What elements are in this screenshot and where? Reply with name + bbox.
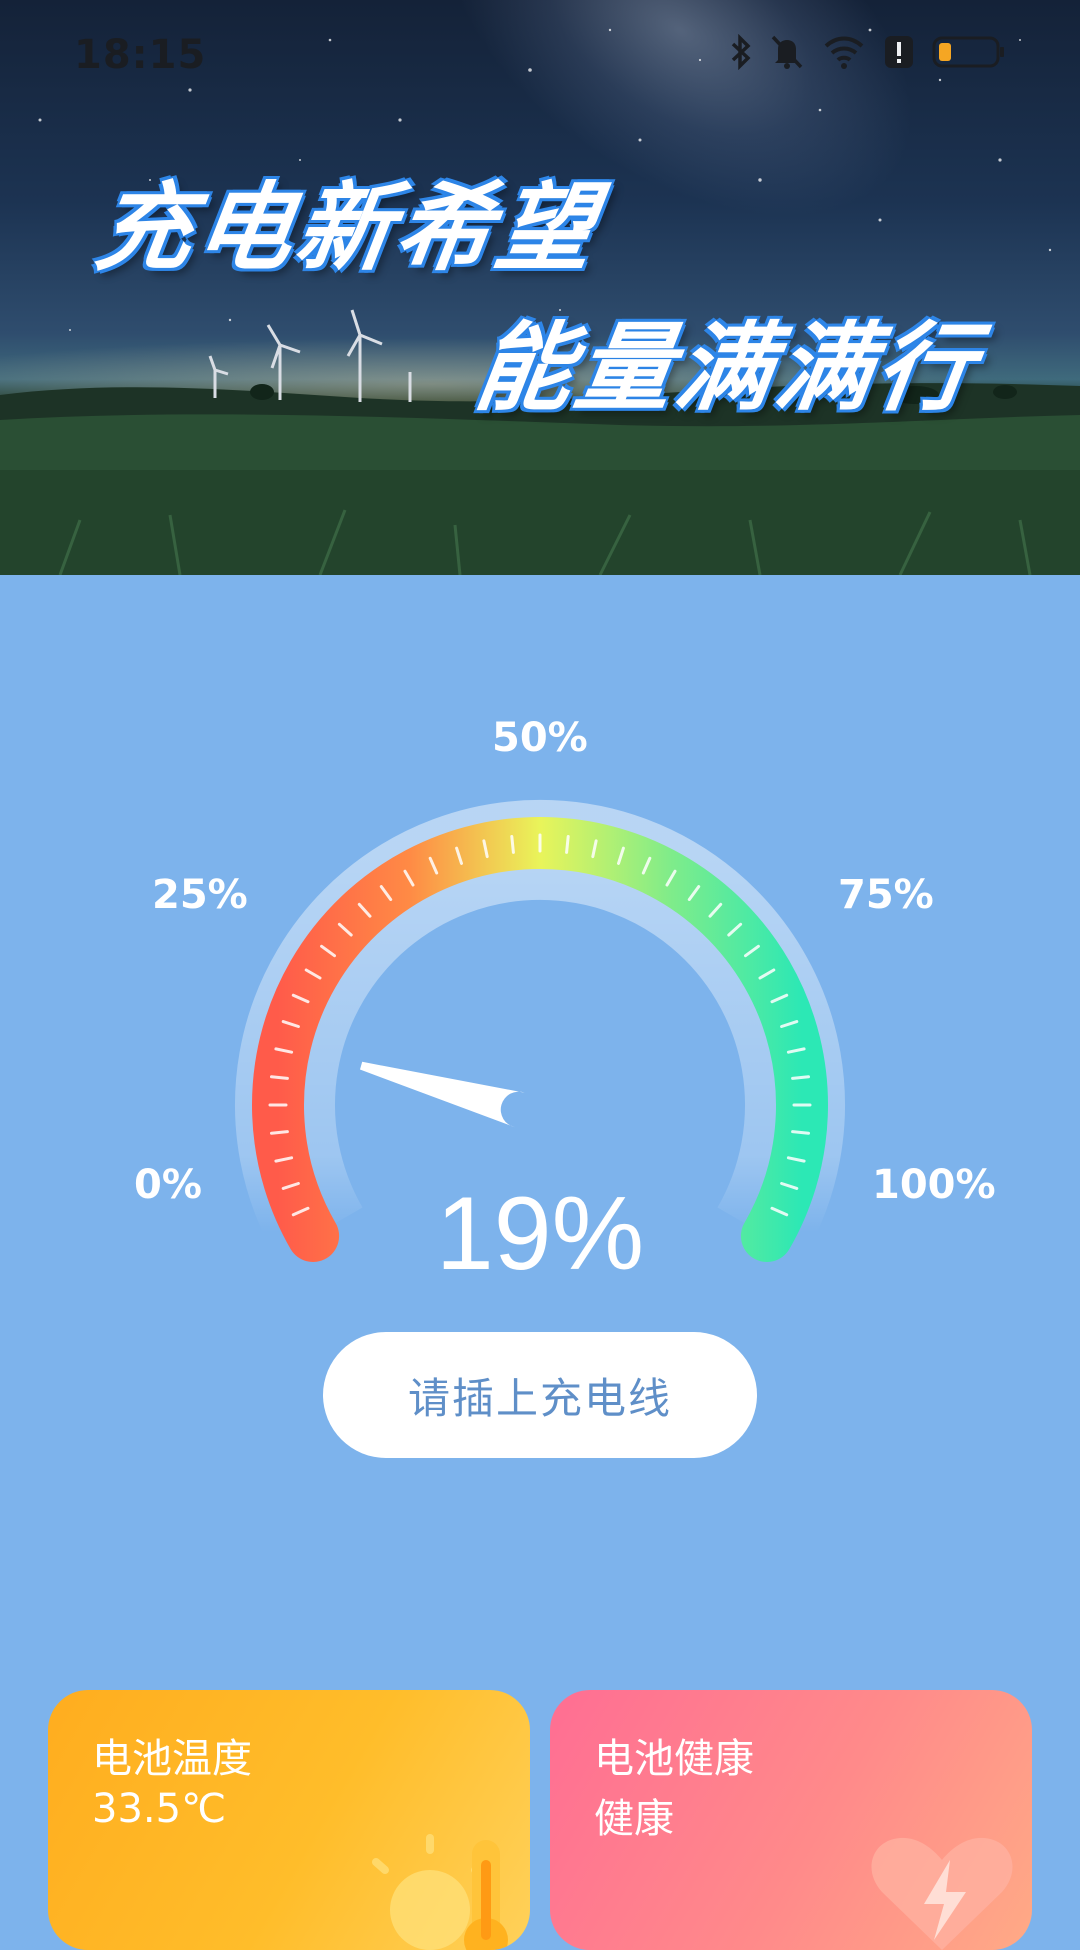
health-value: 健康 bbox=[594, 1796, 674, 1842]
gauge-label-25: 25% bbox=[152, 872, 248, 918]
thermometer-sun-icon bbox=[372, 1834, 508, 1950]
alert-icon bbox=[885, 36, 913, 68]
gauge-label-75: 75% bbox=[838, 872, 934, 918]
mute-icon bbox=[771, 35, 803, 69]
gauge-tick bbox=[791, 1075, 810, 1080]
wifi-icon bbox=[824, 36, 864, 69]
battery-temperature-card[interactable]: 电池温度 33.5℃ bbox=[48, 1690, 530, 1950]
battery-health-card[interactable]: 电池健康 健康 bbox=[550, 1690, 1032, 1950]
status-time: 18:15 bbox=[74, 32, 207, 78]
hero-title-line1: 充电新希望 bbox=[88, 172, 605, 284]
temperature-value: 33.5℃ bbox=[92, 1786, 226, 1832]
gauge-tick bbox=[510, 835, 515, 854]
battery-percent: 19% bbox=[435, 1176, 645, 1292]
bluetooth-icon bbox=[731, 34, 751, 70]
battery-icon bbox=[932, 36, 1004, 68]
gauge-tick bbox=[270, 1075, 289, 1080]
wind-turbines bbox=[208, 309, 412, 402]
plug-in-charger-button[interactable]: 请插上充电线 bbox=[323, 1332, 757, 1458]
hero-banner: 18:15 充电新希望 能量满满行 bbox=[0, 0, 1080, 575]
gauge-tick bbox=[791, 1130, 810, 1135]
gauge-needle bbox=[360, 1061, 525, 1128]
health-title: 电池健康 bbox=[594, 1736, 754, 1782]
hero-title-line2: 能量满满行 bbox=[468, 312, 985, 424]
status-icons bbox=[730, 34, 1006, 70]
gauge-tick bbox=[270, 1130, 289, 1135]
temperature-title: 电池温度 bbox=[92, 1736, 252, 1782]
gauge-tick bbox=[565, 835, 570, 854]
gauge-label-50: 50% bbox=[492, 715, 588, 761]
heart-bolt-icon bbox=[871, 1837, 1013, 1950]
